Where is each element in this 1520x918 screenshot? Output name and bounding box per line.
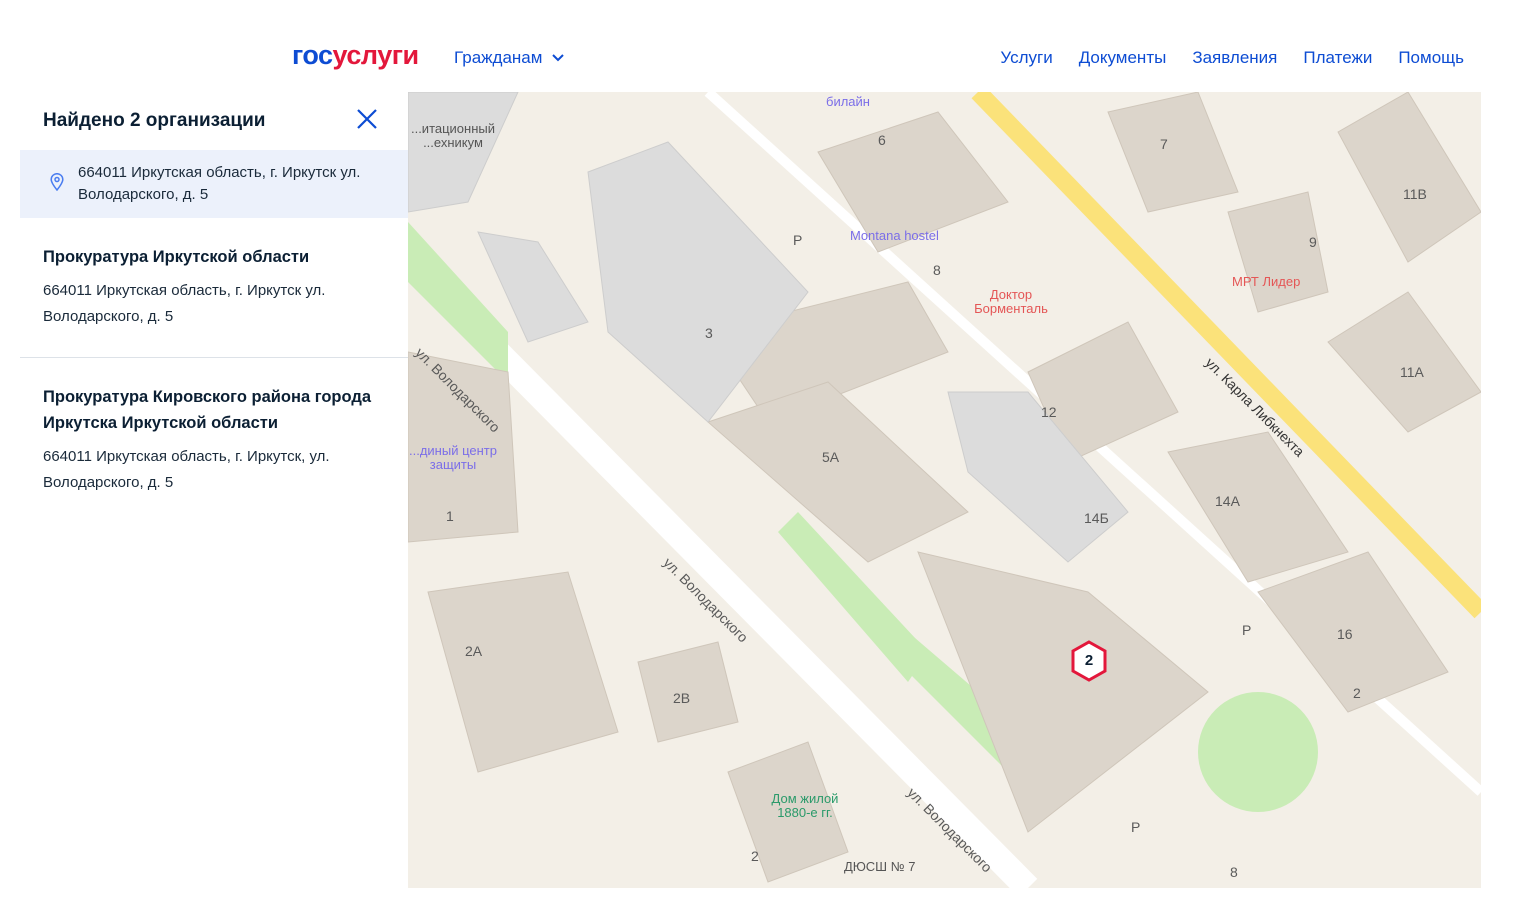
poi-label[interactable]: билайн [826, 95, 870, 109]
poi-label[interactable]: Дом жилой 1880-е гг. [760, 792, 850, 820]
poi-label[interactable]: ...итационный ...ехникум [408, 122, 498, 150]
map[interactable]: 6 7 11В 9 8 3 11А 12 5А 14Б 14А 16 2А 2В… [408, 92, 1481, 888]
buildings [408, 92, 1481, 883]
org-address: 664011 Иркутская область, г. Иркутск ул.… [43, 282, 326, 325]
poi-label[interactable]: ...диный центр защиты [408, 444, 498, 472]
selected-address: 664011 Иркутская область, г. Иркутск ул.… [20, 150, 408, 218]
nav-applications[interactable]: Заявления [1192, 48, 1277, 68]
org-name: Прокуратура Иркутской области [43, 248, 310, 266]
org-item[interactable]: Прокуратура Иркутской области 664011 Ирк… [43, 244, 383, 330]
map-canvas [408, 92, 1481, 888]
poi-label[interactable]: ДЮСШ № 7 [844, 860, 916, 874]
org-name: Прокуратура Кировского района города Ирк… [43, 388, 372, 432]
org-address: 664011 Иркутская область, г. Иркутск, ул… [43, 448, 330, 491]
poi-label[interactable]: МРТ Лидер [1232, 275, 1300, 289]
nav-payments[interactable]: Платежи [1303, 48, 1372, 68]
chevron-down-icon [552, 54, 565, 62]
poi-label[interactable]: Доктор Борменталь [970, 288, 1052, 316]
cluster-marker[interactable]: 2 [1070, 640, 1108, 682]
divider [20, 357, 408, 358]
results-title: Найдено 2 организации [43, 110, 266, 131]
nav-services[interactable]: Услуги [1000, 48, 1052, 68]
header: госуслуги Гражданам Услуги Документы Зая… [0, 0, 1520, 92]
org-item[interactable]: Прокуратура Кировского района города Ирк… [43, 384, 383, 496]
nav-help[interactable]: Помощь [1398, 48, 1464, 68]
close-icon[interactable] [356, 108, 378, 130]
grey-buildings [408, 92, 1129, 563]
nav-documents[interactable]: Документы [1079, 48, 1167, 68]
gosuslugi-logo[interactable]: госуслуги [292, 40, 419, 71]
results-panel: Найдено 2 организации 664011 Иркутская о… [20, 92, 408, 888]
citizens-dropdown[interactable]: Гражданам [454, 48, 565, 68]
location-pin-icon [50, 173, 64, 191]
main-nav: Услуги Документы Заявления Платежи Помощ… [1000, 48, 1464, 68]
poi-label[interactable]: Montana hostel [850, 229, 939, 243]
